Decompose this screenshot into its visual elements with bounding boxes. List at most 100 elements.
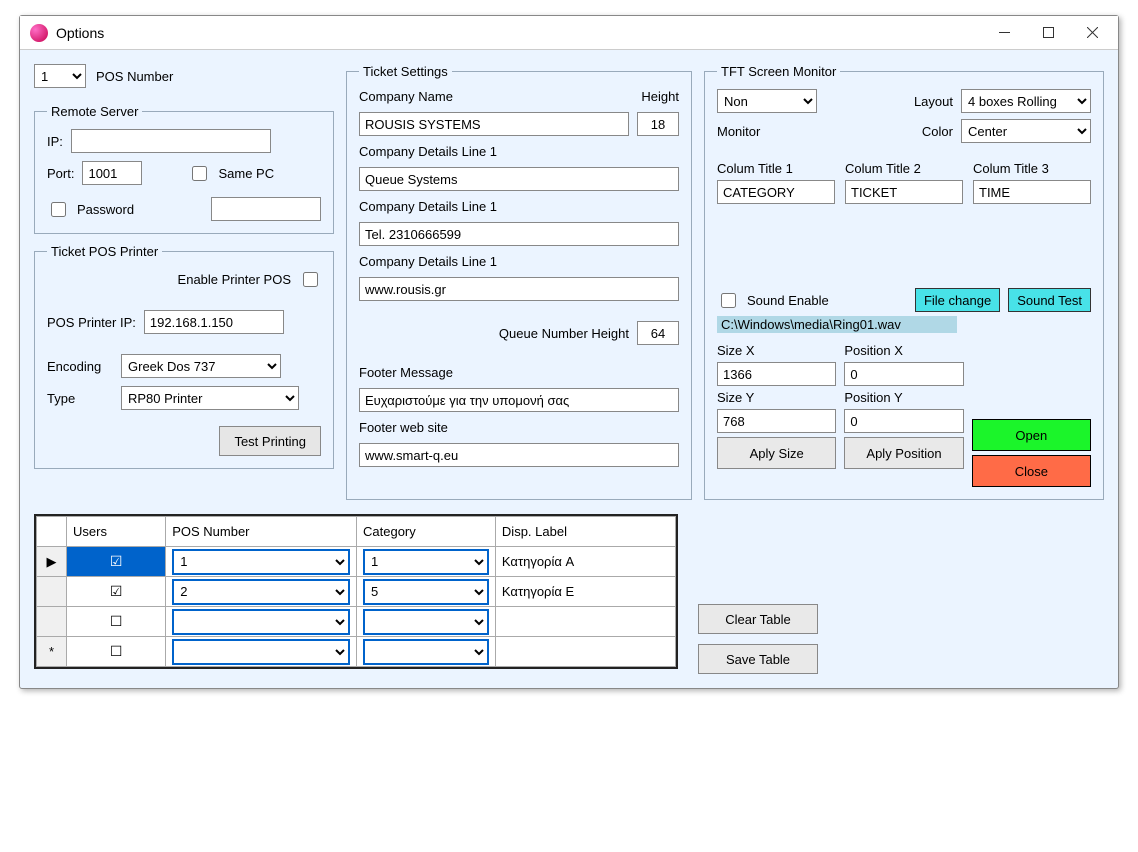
table-row[interactable]: * ☐ xyxy=(37,637,676,667)
table-row[interactable]: ▶ ☑ 1 1 Κατηγορία A xyxy=(37,547,676,577)
footer-web-input[interactable] xyxy=(359,443,679,467)
sound-path: C:\Windows\media\Ring01.wav xyxy=(717,316,957,333)
company-name-input[interactable] xyxy=(359,112,629,136)
apply-size-button[interactable]: Aply Size xyxy=(717,437,836,469)
sizey-input[interactable] xyxy=(717,409,836,433)
cat-cell[interactable]: 1 xyxy=(357,547,496,577)
save-table-button[interactable]: Save Table xyxy=(698,644,818,674)
sizey-label: Size Y xyxy=(717,390,836,405)
ticket-settings-legend: Ticket Settings xyxy=(359,64,452,79)
sizex-label: Size X xyxy=(717,343,836,358)
layout-label: Layout xyxy=(914,94,953,109)
sound-test-button[interactable]: Sound Test xyxy=(1008,288,1091,312)
row-marker: * xyxy=(37,637,67,667)
grid-corner xyxy=(37,517,67,547)
ticket-settings-group: Ticket Settings Company Name Height Comp… xyxy=(346,64,692,500)
test-printing-button[interactable]: Test Printing xyxy=(219,426,321,456)
pos-number-label: POS Number xyxy=(96,69,173,84)
pos-cell[interactable]: 1 xyxy=(166,547,357,577)
row-marker xyxy=(37,607,67,637)
disp-cell[interactable] xyxy=(495,607,675,637)
pos-cell[interactable] xyxy=(166,607,357,637)
col1-label: Colum Title 1 xyxy=(717,161,835,176)
remote-server-group: Remote Server IP: Port: Same PC xyxy=(34,104,334,234)
password-checkbox[interactable] xyxy=(51,202,66,217)
user-checkbox-cell[interactable]: ☑ xyxy=(67,547,166,577)
file-change-button[interactable]: File change xyxy=(915,288,1000,312)
disp-cell[interactable]: Κατηγορία A xyxy=(495,547,675,577)
user-checkbox-cell[interactable]: ☑ xyxy=(67,577,166,607)
close-button[interactable]: Close xyxy=(972,455,1091,487)
grid-header-pos[interactable]: POS Number xyxy=(166,517,357,547)
layout-select[interactable]: 4 boxes Rolling xyxy=(961,89,1091,113)
user-checkbox-cell[interactable]: ☐ xyxy=(67,637,166,667)
row-marker xyxy=(37,577,67,607)
col3-label: Colum Title 3 xyxy=(973,161,1091,176)
col2-input[interactable] xyxy=(845,180,963,204)
table-row[interactable]: ☐ xyxy=(37,607,676,637)
password-input[interactable] xyxy=(211,197,321,221)
printer-type-label: Type xyxy=(47,391,113,406)
height-label: Height xyxy=(641,89,679,104)
col3-input[interactable] xyxy=(973,180,1091,204)
printer-ip-input[interactable] xyxy=(144,310,284,334)
apply-position-button[interactable]: Aply Position xyxy=(844,437,963,469)
same-pc-checkbox[interactable] xyxy=(192,166,207,181)
minimize-button[interactable] xyxy=(982,17,1026,49)
bottom-row: Users POS Number Category Disp. Label ▶ … xyxy=(34,514,1104,674)
disp-cell[interactable]: Κατηγορία E xyxy=(495,577,675,607)
printer-ip-label: POS Printer IP: xyxy=(47,315,136,330)
titlebar: Options xyxy=(20,16,1118,50)
posx-input[interactable] xyxy=(844,362,963,386)
color-label: Color xyxy=(922,124,953,139)
open-button[interactable]: Open xyxy=(972,419,1091,451)
enable-printer-checkbox[interactable] xyxy=(303,272,318,287)
pos-cell[interactable]: 2 xyxy=(166,577,357,607)
det1-label: Company Details Line 1 xyxy=(359,144,497,159)
close-window-button[interactable] xyxy=(1070,17,1114,49)
ip-input[interactable] xyxy=(71,129,271,153)
user-checkbox-cell[interactable]: ☐ xyxy=(67,607,166,637)
pos-cell[interactable] xyxy=(166,637,357,667)
tft-legend: TFT Screen Monitor xyxy=(717,64,840,79)
cat-cell[interactable] xyxy=(357,607,496,637)
grid-header-disp[interactable]: Disp. Label xyxy=(495,517,675,547)
encoding-select[interactable]: Greek Dos 737 xyxy=(121,354,281,378)
company-name-label: Company Name xyxy=(359,89,453,104)
port-input[interactable] xyxy=(82,161,142,185)
cat-cell[interactable] xyxy=(357,637,496,667)
ticket-pos-printer-group: Ticket POS Printer Enable Printer POS PO… xyxy=(34,244,334,469)
posy-input[interactable] xyxy=(844,409,963,433)
same-pc-label: Same PC xyxy=(218,166,274,181)
sizex-input[interactable] xyxy=(717,362,836,386)
col1-input[interactable] xyxy=(717,180,835,204)
disp-cell[interactable] xyxy=(495,637,675,667)
color-select[interactable]: Center xyxy=(961,119,1091,143)
encoding-label: Encoding xyxy=(47,359,113,374)
cat-cell[interactable]: 5 xyxy=(357,577,496,607)
company-name-height-input[interactable] xyxy=(637,112,679,136)
users-grid[interactable]: Users POS Number Category Disp. Label ▶ … xyxy=(34,514,678,669)
table-row[interactable]: ☑ 2 5 Κατηγορία E xyxy=(37,577,676,607)
posy-label: Position Y xyxy=(844,390,963,405)
det3-input[interactable] xyxy=(359,277,679,301)
footer-msg-input[interactable] xyxy=(359,388,679,412)
det1-input[interactable] xyxy=(359,167,679,191)
top-row: 1 POS Number Remote Server IP: Port: xyxy=(34,64,1104,500)
options-window: Options 1 POS Number Remote Server xyxy=(19,15,1119,689)
det2-input[interactable] xyxy=(359,222,679,246)
pos-number-select[interactable]: 1 xyxy=(34,64,86,88)
grid-header-users[interactable]: Users xyxy=(67,517,166,547)
printer-type-select[interactable]: RP80 Printer xyxy=(121,386,299,410)
enable-printer-label: Enable Printer POS xyxy=(178,272,291,287)
remote-server-legend: Remote Server xyxy=(47,104,142,119)
monitor-select[interactable]: Non xyxy=(717,89,817,113)
clear-table-button[interactable]: Clear Table xyxy=(698,604,818,634)
grid-header-cat[interactable]: Category xyxy=(357,517,496,547)
det2-label: Company Details Line 1 xyxy=(359,199,497,214)
maximize-button[interactable] xyxy=(1026,17,1070,49)
q-height-input[interactable] xyxy=(637,321,679,345)
sound-enable-checkbox[interactable] xyxy=(721,293,736,308)
posx-label: Position X xyxy=(844,343,963,358)
monitor-label: Monitor xyxy=(717,124,857,139)
